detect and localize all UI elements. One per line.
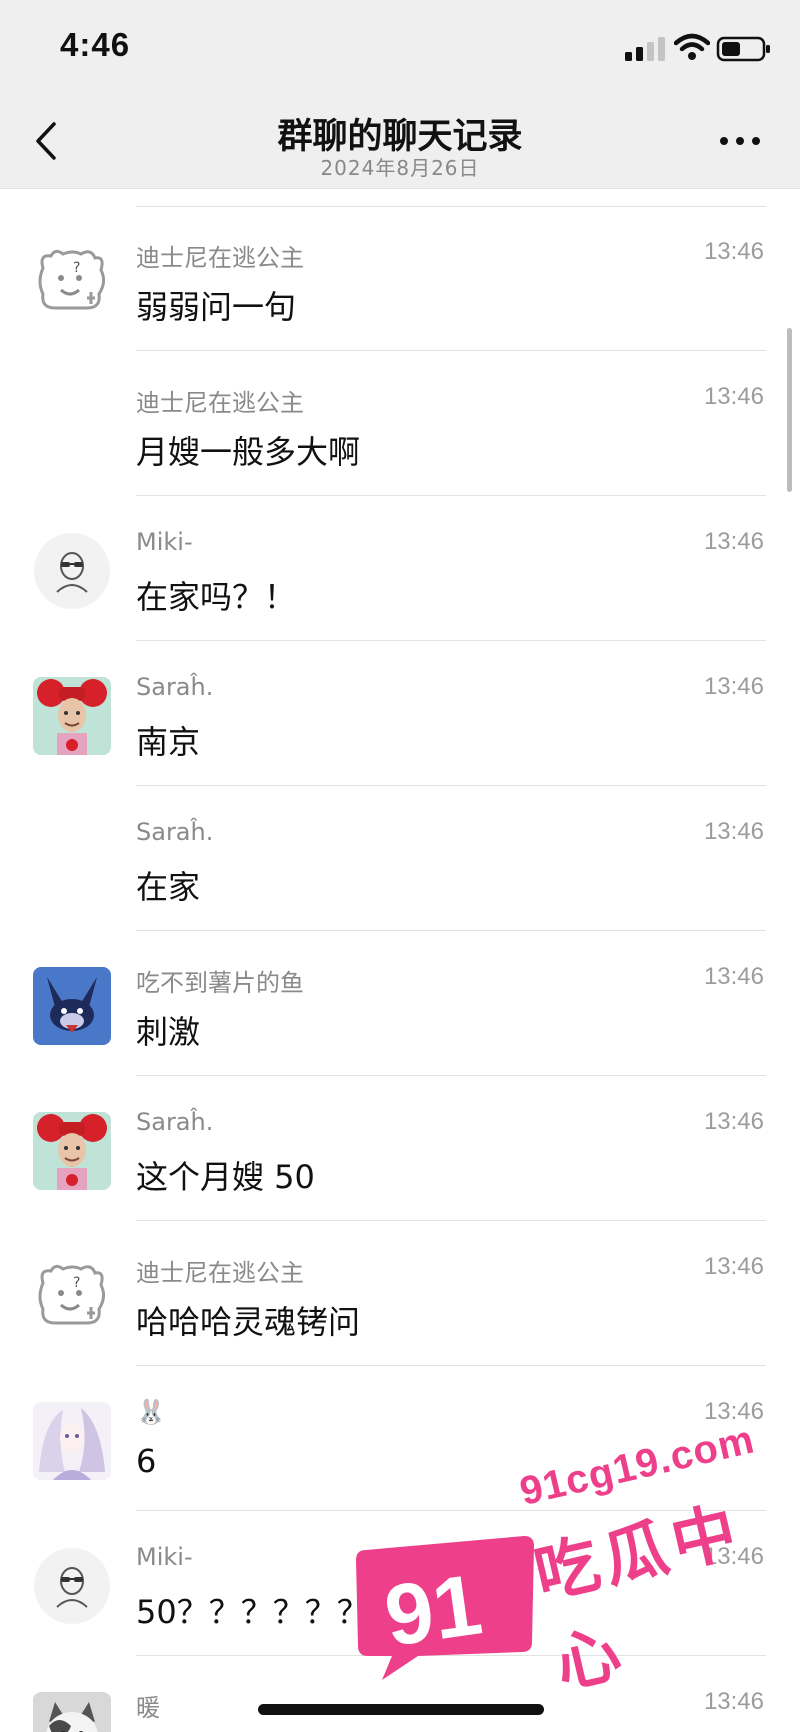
message-time: 13:46 (703, 1543, 764, 1570)
home-indicator[interactable] (258, 1704, 544, 1715)
more-options-button[interactable] (716, 126, 764, 156)
message-time: 13:46 (703, 963, 764, 990)
message-time: 13:46 (703, 1253, 764, 1280)
message-time: 13:46 (703, 1398, 764, 1425)
sender-name[interactable]: 迪士尼在逃公主 (136, 238, 304, 273)
message-text[interactable]: 这个月嫂 50 (136, 1152, 315, 1198)
sender-name[interactable]: Saraĥ. (136, 818, 213, 846)
sender-name[interactable]: 迪士尼在逃公主 (136, 1253, 304, 1288)
chat-message-item[interactable]: Saraĥ. 13:46 南京 (0, 641, 800, 786)
message-text[interactable]: 月嫂一般多大啊 (136, 427, 360, 473)
chat-message-item[interactable]: Saraĥ. 13:46 在家 (0, 786, 800, 931)
svg-text:?: ? (73, 260, 80, 276)
chat-message-item[interactable]: 🐰 13:46 6 (0, 1366, 800, 1511)
message-time: 13:46 (703, 1688, 764, 1715)
message-time: 13:46 (703, 818, 764, 845)
navigation-bar: 群聊的聊天记录 2024年8月26日 (0, 96, 800, 189)
cellular-signal-icon (625, 37, 665, 61)
message-text[interactable]: 哈哈哈灵魂铐问 (136, 1297, 360, 1343)
message-text[interactable]: 6 (136, 1442, 156, 1480)
chat-message-item[interactable]: Saraĥ. 13:46 这个月嫂 50 (0, 1076, 800, 1221)
chat-message-item[interactable]: Miki- 13:46 在家吗？！ (0, 496, 800, 641)
message-time: 13:46 (703, 1108, 764, 1135)
page-subtitle-date: 2024年8月26日 (320, 156, 480, 180)
chat-message-item[interactable]: 迪士尼在逃公主 13:46 月嫂一般多大啊 (0, 351, 800, 496)
battery-icon (716, 36, 770, 62)
avatar-cat-photo[interactable] (33, 1692, 111, 1732)
sender-name[interactable]: 🐰 (136, 1398, 166, 1426)
chat-message-item[interactable]: ? 迪士尼在逃公主 13:46 哈哈哈灵魂铐问 (0, 1221, 800, 1366)
avatar-anime-illustration[interactable] (33, 1402, 111, 1480)
message-text[interactable]: 南京 (136, 717, 200, 763)
chat-message-item[interactable]: 暖 13:46 (0, 1656, 800, 1732)
avatar-bear-sketch[interactable]: ? (33, 1257, 111, 1335)
message-text[interactable]: 在家 (136, 862, 200, 908)
sender-name[interactable]: 暖 (136, 1688, 160, 1723)
status-bar: 4:46 (0, 0, 800, 96)
sender-name[interactable]: Miki- (136, 528, 193, 556)
message-time: 13:46 (703, 383, 764, 410)
message-text[interactable]: 弱弱问一句 (136, 282, 296, 328)
avatar-red-hair-character[interactable] (33, 1112, 111, 1190)
avatar-red-hair-character[interactable] (33, 677, 111, 755)
avatar-sunglasses-sketch[interactable] (33, 1547, 111, 1625)
sender-name[interactable]: 吃不到薯片的鱼 (136, 963, 304, 998)
sender-name[interactable]: Saraĥ. (136, 673, 213, 701)
status-time: 4:46 (60, 26, 131, 63)
chat-message-item[interactable]: ? 迪士尼在逃公主 13:46 弱弱问一句 (0, 206, 800, 351)
message-time: 13:46 (703, 673, 764, 700)
chat-message-item[interactable]: Miki- 13:46 50？？？？？？？？？ (0, 1511, 800, 1656)
sender-name[interactable]: Miki- (136, 1543, 193, 1571)
message-text[interactable]: 50？？？？？？？？？ (136, 1587, 465, 1633)
wifi-icon (674, 33, 710, 60)
scrollbar[interactable] (787, 328, 792, 492)
message-text[interactable]: 刺激 (136, 1007, 200, 1053)
svg-text:?: ? (73, 1275, 80, 1291)
message-text[interactable]: 在家吗？！ (136, 572, 296, 618)
chat-message-item[interactable]: 吃不到薯片的鱼 13:46 刺激 (0, 931, 800, 1076)
chat-history-list[interactable]: ? 迪士尼在逃公主 13:46 弱弱问一句 迪士尼在逃公主 13:46 月嫂一般… (0, 188, 800, 1732)
sender-name[interactable]: 迪士尼在逃公主 (136, 383, 304, 418)
avatar-sunglasses-sketch[interactable] (33, 532, 111, 610)
avatar-bear-sketch[interactable]: ? (33, 242, 111, 320)
sender-name[interactable]: Saraĥ. (136, 1108, 213, 1136)
message-time: 13:46 (703, 238, 764, 265)
message-time: 13:46 (703, 528, 764, 555)
avatar-cartoon-rabbit[interactable] (33, 967, 111, 1045)
